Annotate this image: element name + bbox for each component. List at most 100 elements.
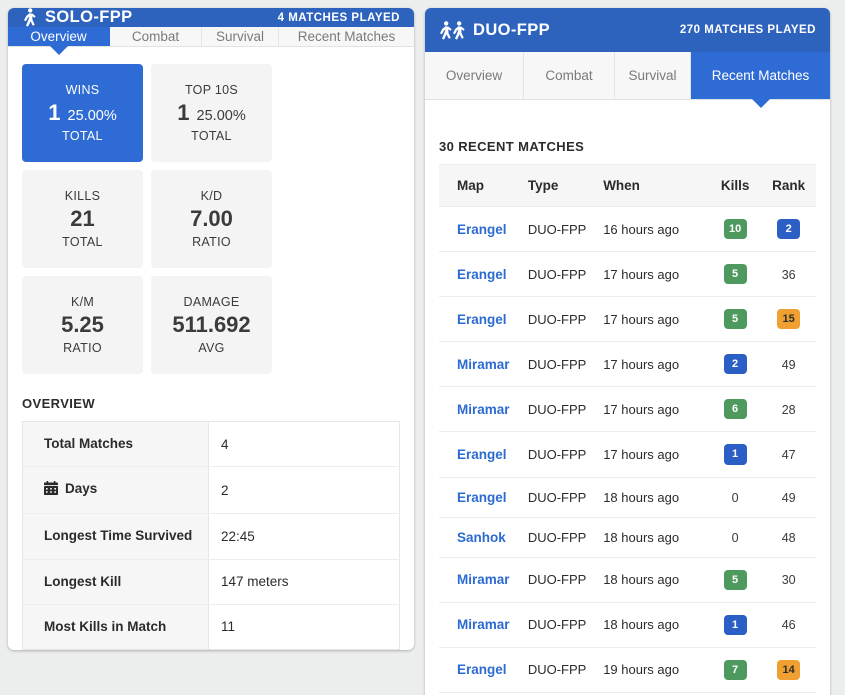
match-rank-cell: 14: [761, 647, 816, 693]
match-map-link[interactable]: Erangel: [457, 267, 507, 282]
stat-card-kd[interactable]: K/D 7.00 RATIO: [151, 169, 272, 268]
stat-card-label: K/D: [200, 188, 223, 203]
tab-combat[interactable]: Combat: [110, 27, 202, 46]
match-rank-cell-badge: 15: [777, 309, 801, 330]
match-map-cell: Sanhok: [439, 517, 528, 558]
overview-section-title: OVERVIEW: [22, 395, 96, 411]
stat-card-number: 1: [48, 99, 61, 125]
table-row: Erangel DUO-FPP 18 hours ago 0 49: [439, 477, 816, 518]
match-kills-cell-badge: 6: [723, 399, 747, 420]
stat-card-sub: TOTAL: [62, 234, 103, 249]
overview-row-value: 4: [208, 421, 400, 468]
column-header-map: Map: [439, 164, 528, 207]
match-map-link[interactable]: Miramar: [457, 617, 510, 632]
match-kills-cell: 2: [708, 341, 762, 388]
match-type-cell: DUO-FPP: [527, 341, 604, 388]
tab-recent-matches[interactable]: Recent Matches: [279, 27, 414, 46]
match-kills-cell-badge: 5: [723, 264, 747, 285]
match-map-link[interactable]: Miramar: [457, 402, 510, 417]
stat-card-kills[interactable]: KILLS 21 TOTAL: [22, 169, 143, 268]
stat-card-sub: TOTAL: [62, 128, 103, 143]
match-map-cell: Miramar: [439, 602, 528, 648]
table-row: Erangel DUO-FPP 17 hours ago 1 47: [439, 431, 816, 478]
match-type-cell: DUO-FPP: [527, 647, 604, 693]
overview-row-key: Longest Time Survived: [22, 513, 209, 560]
tab-overview[interactable]: Overview: [8, 27, 110, 46]
match-kills-cell: 5: [708, 251, 762, 298]
solo-panel-body: WINS 1 25.00% TOTAL TOP 10S 1 25.00% TOT…: [8, 47, 414, 650]
stat-card-km[interactable]: K/M 5.25 RATIO: [22, 275, 143, 374]
stat-card-label: WINS: [65, 82, 100, 97]
stat-card-sub: TOTAL: [191, 128, 232, 143]
duo-tab-bar: Overview Combat Survival Recent Matches: [425, 52, 830, 100]
stat-card-damage[interactable]: DAMAGE 511.692 AVG: [151, 275, 272, 374]
match-rank-cell-value: 47: [781, 448, 796, 463]
match-kills-cell: 10: [708, 206, 762, 253]
match-map-cell: Miramar: [439, 386, 528, 433]
tab-overview[interactable]: Overview: [425, 52, 524, 99]
match-type-cell: DUO-FPP: [527, 602, 604, 648]
match-map-link[interactable]: Erangel: [457, 222, 507, 237]
match-rank-cell-value: 49: [781, 357, 796, 372]
overview-table: Total Matches 4 Days 2 Longest Time Surv…: [22, 420, 400, 650]
match-rank-cell: 48: [761, 517, 816, 558]
match-kills-cell: 0: [708, 517, 762, 558]
table-row: Days 2: [22, 466, 400, 515]
match-when-cell: 17 hours ago: [603, 341, 709, 388]
stat-card-wins[interactable]: WINS 1 25.00% TOTAL: [22, 63, 143, 162]
match-type-cell: DUO-FPP: [527, 431, 604, 478]
stat-card-sub: RATIO: [192, 234, 231, 249]
match-map-link[interactable]: Miramar: [457, 357, 510, 372]
match-kills-cell-badge: 2: [723, 354, 747, 375]
stat-card-label: DAMAGE: [183, 294, 240, 309]
match-map-cell: Erangel: [439, 251, 528, 298]
solo-panel-header: SOLO-FPP 4 MATCHES PLAYED: [8, 8, 414, 27]
match-rank-cell-value: 30: [781, 573, 796, 588]
match-kills-cell-badge: 5: [723, 569, 747, 590]
match-kills-cell: 7: [708, 647, 762, 693]
match-map-link[interactable]: Erangel: [457, 312, 507, 327]
overview-row-value: 11: [221, 619, 236, 635]
stats-board: SOLO-FPP 4 MATCHES PLAYED Overview Comba…: [0, 0, 845, 695]
match-when-cell: 16 hours ago: [603, 206, 709, 253]
tab-recent-matches[interactable]: Recent Matches: [691, 52, 830, 99]
match-rank-cell: 15: [761, 296, 816, 343]
match-rank-cell: 2: [761, 206, 816, 253]
match-map-link[interactable]: Erangel: [457, 490, 507, 505]
match-map-link[interactable]: Erangel: [457, 447, 507, 462]
overview-row-value: 2: [208, 466, 400, 515]
stat-card-sub: AVG: [198, 340, 225, 355]
match-map-cell: Erangel: [439, 296, 528, 343]
table-row: Longest Time Survived 22:45: [22, 513, 400, 560]
tab-combat[interactable]: Combat: [524, 52, 615, 99]
match-map-link[interactable]: Miramar: [457, 572, 510, 587]
match-kills-cell-badge: 1: [723, 444, 747, 465]
solo-mode-title: SOLO-FPP: [45, 8, 133, 26]
match-map-cell: Miramar: [439, 557, 528, 603]
stat-card-value: 1 25.00%: [177, 101, 245, 124]
overview-row-key-label: Days: [65, 481, 98, 497]
match-map-cell: Erangel: [439, 206, 528, 253]
match-kills-cell-value: 0: [731, 490, 739, 505]
tab-survival[interactable]: Survival: [202, 27, 279, 46]
duo-panel-header: DUO-FPP 270 MATCHES PLAYED: [425, 8, 830, 52]
table-row: Most Kills in Match 11: [22, 604, 400, 650]
stat-card-label: TOP 10S: [184, 82, 239, 97]
match-when-cell: 17 hours ago: [603, 251, 709, 298]
match-map-link[interactable]: Sanhok: [457, 530, 506, 545]
match-type-cell: DUO-FPP: [527, 206, 604, 253]
match-type-cell: DUO-FPP: [527, 386, 604, 433]
match-rank-cell-badge: 14: [777, 659, 801, 680]
match-type-cell: DUO-FPP: [527, 477, 604, 518]
match-kills-cell: 5: [708, 557, 762, 603]
solo-tab-bar: Overview Combat Survival Recent Matches: [8, 27, 414, 47]
table-row: Erangel DUO-FPP 17 hours ago 5 36: [439, 251, 816, 298]
match-map-link[interactable]: Erangel: [457, 662, 507, 677]
overview-row-key: Most Kills in Match: [22, 604, 209, 650]
stat-card-label: KILLS: [64, 188, 101, 203]
column-header-rank: Rank: [761, 164, 816, 207]
tab-survival[interactable]: Survival: [615, 52, 691, 99]
match-when-cell: 18 hours ago: [603, 477, 709, 518]
duo-matches-played: 270 MATCHES PLAYED: [679, 24, 816, 36]
stat-card-top10s[interactable]: TOP 10S 1 25.00% TOTAL: [151, 63, 272, 162]
